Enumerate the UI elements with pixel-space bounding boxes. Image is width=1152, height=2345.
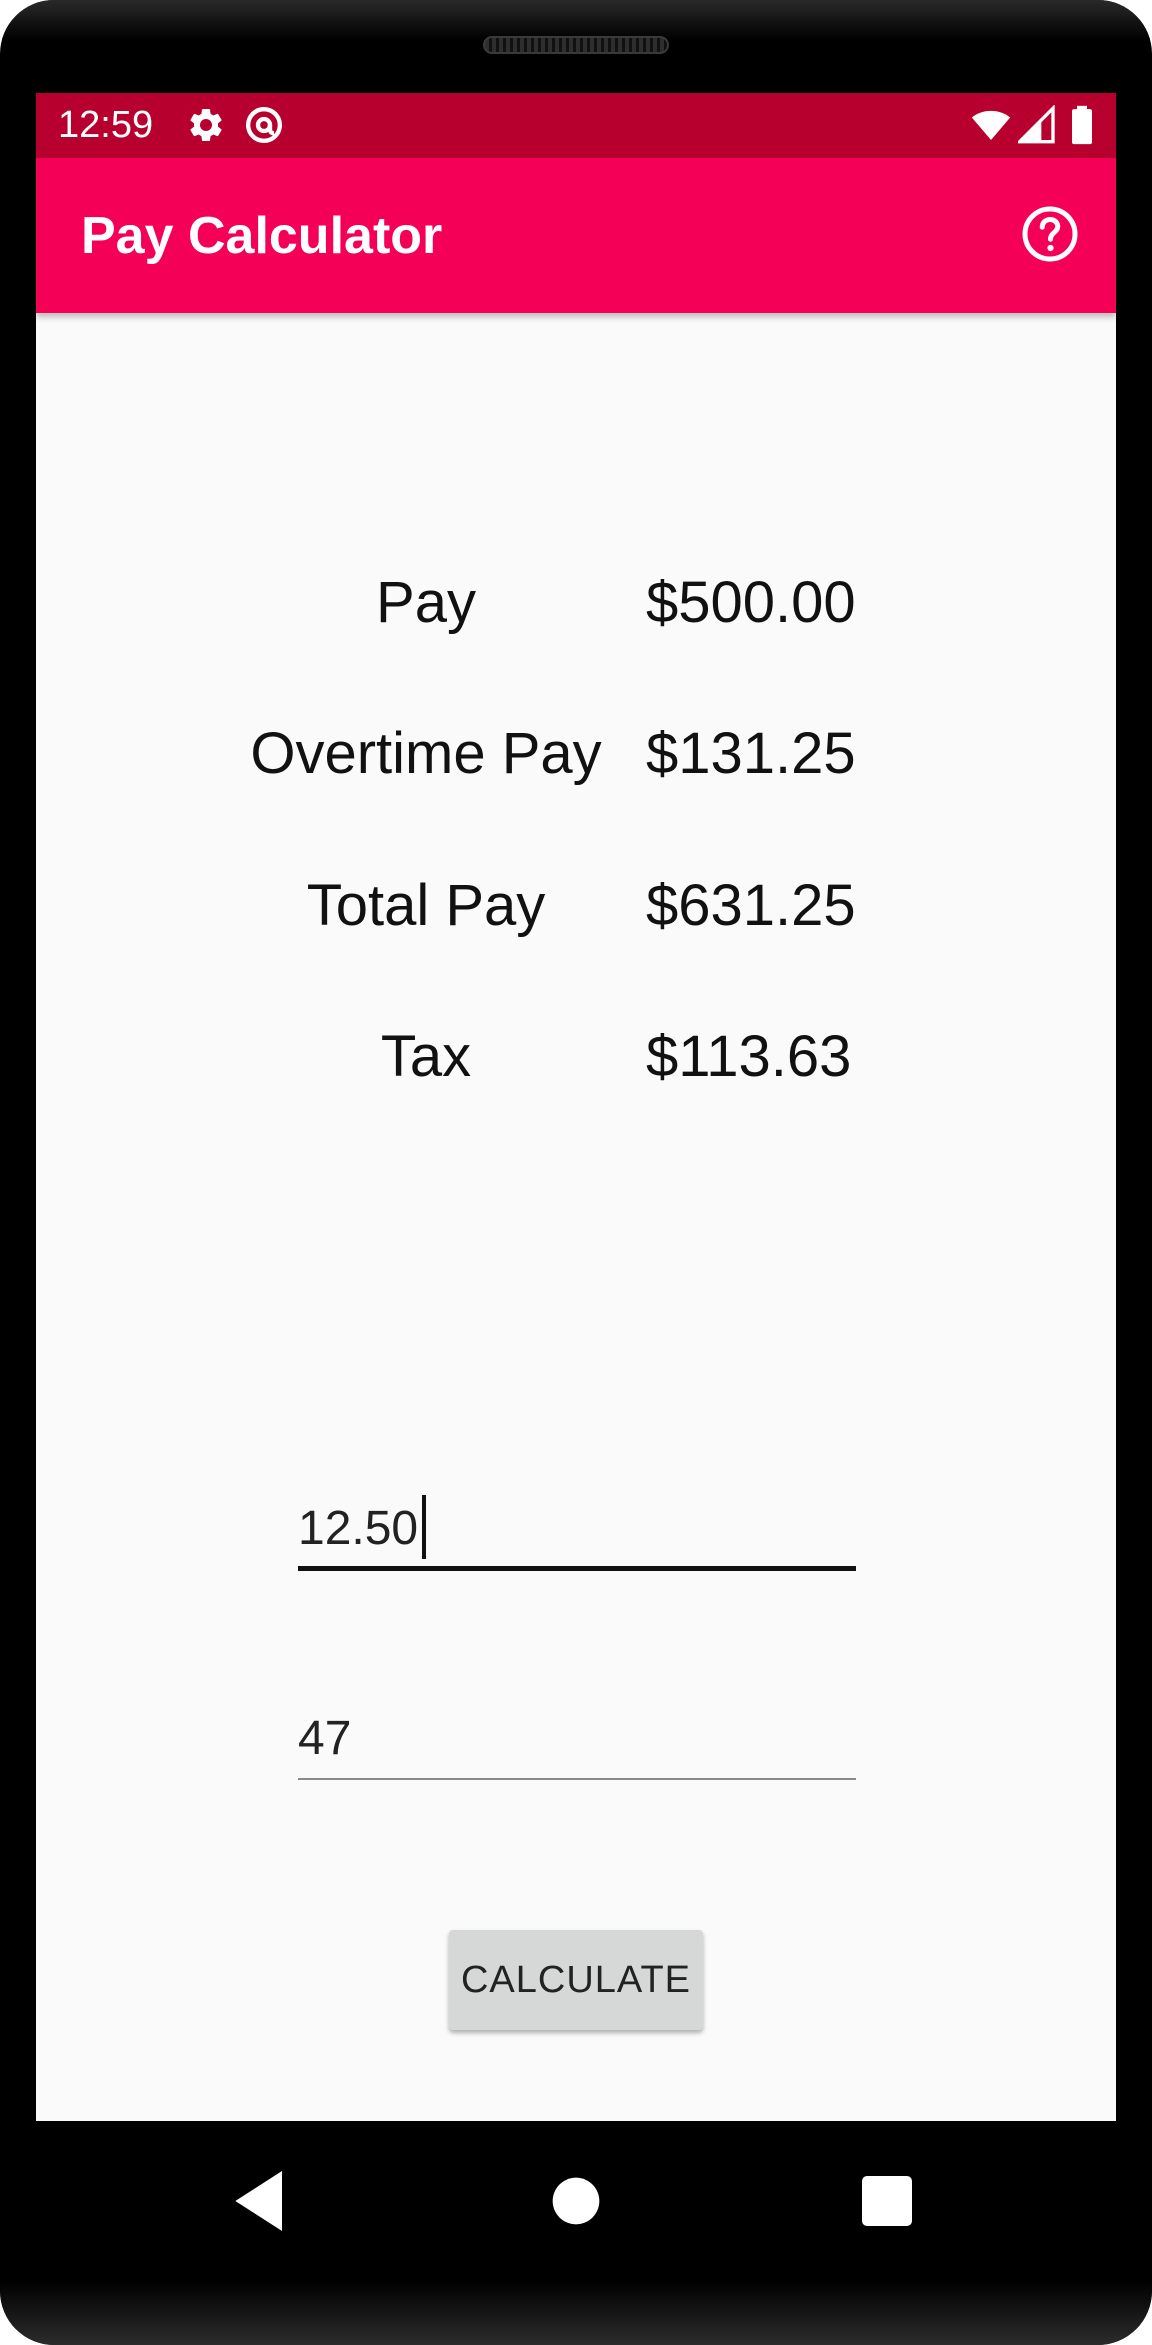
gear-icon — [190, 108, 222, 141]
total-pay-value: $631.25 — [646, 873, 856, 938]
pay-label: Pay — [376, 570, 476, 635]
battery-icon — [1072, 105, 1092, 145]
phone-frame: 12:59 Pay Calculator Pay $500.00 Overtim… — [0, 0, 1152, 2345]
signal-icon — [1018, 105, 1055, 144]
top-bezel — [0, 0, 1152, 40]
app-title: Pay Calculator — [81, 207, 443, 265]
status-time: 12:59 — [58, 104, 154, 146]
navigation-bar — [0, 2121, 1152, 2281]
wifi-icon — [971, 110, 1011, 140]
hourly-rate-underline — [298, 1566, 856, 1571]
hours-worked-underline — [298, 1778, 856, 1780]
home-circle-icon[interactable] — [536, 2161, 616, 2241]
total-pay-label: Total Pay — [306, 873, 546, 938]
recents-square-icon[interactable] — [847, 2161, 927, 2241]
calculate-button[interactable]: CALCULATE — [449, 1930, 703, 2030]
tax-value: $113.63 — [646, 1024, 852, 1089]
overtime-pay-label: Overtime Pay — [250, 721, 602, 786]
pay-value: $500.00 — [646, 570, 856, 635]
help-circle-icon[interactable] — [1020, 204, 1080, 264]
hourly-rate-input[interactable] — [298, 1493, 856, 1563]
hours-worked-input[interactable] — [298, 1703, 856, 1773]
text-cursor — [422, 1495, 426, 1559]
at-sign-icon — [246, 107, 282, 143]
bottom-bezel — [0, 2281, 1152, 2345]
tax-label: Tax — [380, 1024, 472, 1089]
back-triangle-icon[interactable] — [222, 2161, 302, 2241]
overtime-pay-value: $131.25 — [646, 721, 856, 786]
app-screen: 12:59 Pay Calculator Pay $500.00 Overtim… — [36, 93, 1116, 2121]
earpiece-speaker — [483, 36, 669, 54]
app-bar: Pay Calculator — [36, 158, 1116, 313]
status-bar: 12:59 — [36, 93, 1116, 158]
